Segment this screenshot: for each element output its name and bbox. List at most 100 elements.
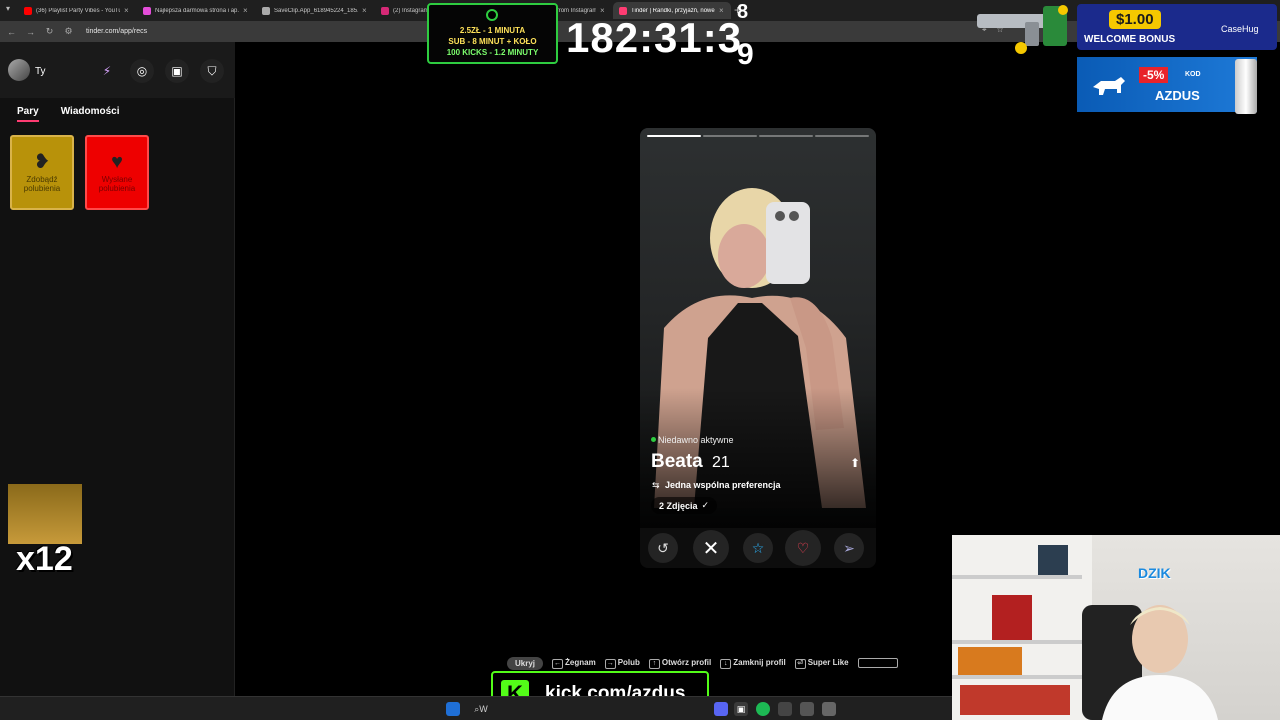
enter-key-icon: ⏎ [794, 658, 806, 669]
timer-rolling-digit-top: 8 [737, 1, 749, 23]
promo-line-2: SUB - 8 MINUT + KOŁO [448, 37, 537, 46]
promo-line-1: 2.5ZŁ - 1 MINUTA [459, 26, 526, 35]
dzik-logo: DZIK [1138, 565, 1171, 581]
rewind-button[interactable]: ↺ [648, 533, 678, 563]
sent-likes-tile[interactable]: ♥ Wysłane polubienia [85, 135, 149, 210]
heart-icon: ♡ [796, 539, 810, 556]
notes-icon[interactable] [822, 702, 836, 716]
tab-youtube[interactable]: (36) Playlist Party Vibes - YouTube × [18, 2, 136, 19]
boost-button[interactable]: ➢ [834, 533, 864, 563]
back-icon[interactable]: ← [2, 27, 21, 37]
forward-icon[interactable]: → [21, 27, 40, 37]
bonus-amount: $1.00 [1109, 10, 1161, 29]
like-button[interactable]: ♡ [785, 530, 821, 566]
bonus-text: WELCOME BONUS [1084, 34, 1176, 45]
hint-like: → Polub [604, 657, 640, 669]
hint-close-profile: ↓ Zamknij profil [720, 657, 786, 669]
profile-card[interactable]: Niedawno aktywne Beata 21 ⬆ ⇆ Jedna wspó… [640, 128, 876, 568]
hint-label: Super Like [807, 657, 849, 667]
youtube-icon [24, 6, 32, 15]
tile-label: Wysłane polubienia [98, 175, 136, 193]
rewind-icon: ↺ [657, 539, 669, 556]
photos-chip[interactable]: 2 Zdjęcia ✓ [651, 497, 718, 514]
close-icon[interactable]: × [124, 6, 129, 15]
promo-line-3: 100 KICKS - 1.2 MINUTY [446, 48, 539, 57]
photo-progress-segment[interactable] [815, 135, 869, 137]
welcome-bonus-box: $1.00 WELCOME BONUS CaseHug [1077, 4, 1277, 50]
explore-icon[interactable]: ◎ [130, 59, 154, 83]
emote-image [8, 484, 82, 544]
site-icon [143, 6, 151, 15]
sidebar-tabs: Pary Wiadomości [17, 106, 120, 122]
tab-title: Tinder | Randki, przyjaźń, nowe... [631, 7, 715, 14]
preferences-icon: ⇆ [652, 480, 660, 490]
tab-title: SaveClip.App_618945224_185... [274, 7, 358, 14]
photos-label: 2 Zdjęcia [659, 500, 698, 511]
arrow-up-key-icon: ↑ [648, 658, 660, 669]
tab-menu-icon[interactable]: ▾ [6, 4, 10, 13]
photo-progress-segment[interactable] [703, 135, 757, 137]
emote-count: x12 [16, 540, 73, 578]
tab-title: Najlepsza darmowa strona i ap... [155, 7, 239, 14]
tab-matches[interactable]: Pary [17, 106, 39, 122]
photo-progress-segment[interactable] [759, 135, 813, 137]
hint-label: Otwórz profil [661, 657, 712, 667]
check-icon: ✓ [701, 500, 710, 510]
dzik-energy-ad: -5% KOD AZDUS [1077, 57, 1257, 114]
tab-saveclip[interactable]: SaveClip.App_618945224_185... × [256, 2, 374, 19]
hint-label: Polub [617, 657, 640, 667]
search-icon[interactable]: ⌕W [468, 702, 494, 716]
close-icon[interactable]: × [243, 6, 248, 15]
code-label: KOD [1185, 71, 1201, 78]
tab-title: (36) Playlist Party Vibes - YouTube [36, 7, 120, 14]
arrow-down-key-icon: ↓ [720, 658, 732, 669]
close-icon: ✕ [702, 537, 720, 560]
spotify-icon[interactable] [756, 702, 770, 716]
discount-badge: -5% [1139, 67, 1169, 83]
keyboard-hints: Ukryj ← Żegnam → Polub ↑ Otwórz profil ↓ Zam… [507, 656, 898, 670]
sidebar-header: Ty ⚡ ◎ ▣ ⛉ [0, 42, 235, 98]
get-likes-tile[interactable]: ❥ Zdobądź polubienia [10, 135, 74, 210]
heart-icon: ♥ [111, 151, 123, 173]
promo-code: AZDUS [1155, 88, 1200, 103]
spacebar-key-icon [857, 658, 898, 668]
energy-can-graphic [1235, 59, 1257, 114]
site-info-icon[interactable]: ⚙ [59, 26, 78, 37]
search-label: W [479, 704, 488, 714]
close-icon[interactable]: × [362, 6, 367, 15]
discord-icon[interactable] [714, 702, 728, 716]
photo-progress-segment[interactable] [647, 135, 701, 137]
bolt-icon[interactable]: ⚡ [95, 59, 119, 83]
reload-icon[interactable]: ↻ [40, 26, 59, 37]
briefcase-icon[interactable]: ▣ [165, 59, 189, 83]
subathon-timer: 182:31:3 [566, 14, 743, 61]
nope-button[interactable]: ✕ [693, 530, 729, 566]
tab-website-builder[interactable]: Najlepsza darmowa strona i ap... × [137, 2, 255, 19]
hide-hints-button[interactable]: Ukryj [507, 656, 544, 670]
explorer-icon[interactable]: ▣ [734, 702, 748, 716]
profile-name: Beata [651, 451, 703, 472]
casehug-brand: CaseHug [1221, 24, 1259, 34]
activity-status: Niedawno aktywne [658, 435, 734, 445]
sidebar: Ty ⚡ ◎ ▣ ⛉ Pary Wiadomości ❥ Zdobądź pol… [0, 42, 235, 696]
bull-icon [1093, 77, 1125, 95]
hint-label: Zamknij profil [733, 657, 786, 667]
hint-open-profile: ↑ Otwórz profil [648, 657, 712, 669]
globe-icon [262, 6, 270, 15]
terminal-icon[interactable] [778, 702, 792, 716]
webcam-feed: DZIK [952, 535, 1280, 720]
arrow-right-key-icon: → [604, 658, 616, 669]
profile-name[interactable]: Ty [35, 66, 46, 77]
url-field[interactable]: tinder.com/app/recs [86, 28, 147, 35]
avatar[interactable] [8, 59, 30, 81]
app-icon[interactable] [800, 702, 814, 716]
profile-age: 21 [712, 454, 730, 471]
open-profile-icon[interactable]: ⬆ [850, 456, 860, 470]
star-icon: ☆ [751, 539, 765, 556]
windows-start-icon[interactable] [446, 702, 460, 716]
clock-icon [486, 9, 498, 21]
tab-messages[interactable]: Wiadomości [61, 106, 120, 122]
super-like-button[interactable]: ☆ [743, 533, 773, 563]
shield-icon[interactable]: ⛉ [200, 59, 224, 83]
gun-graphic [977, 5, 1068, 54]
